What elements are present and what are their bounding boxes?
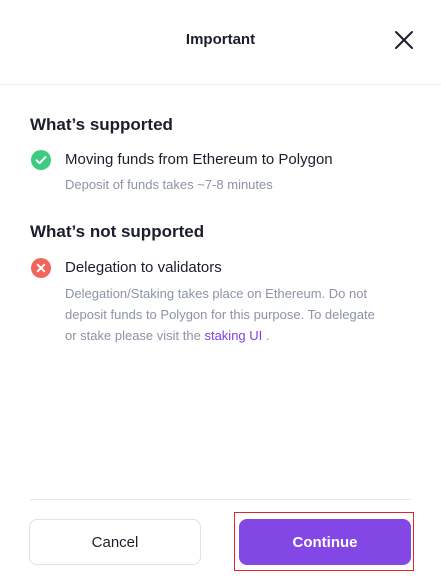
desc-line-3: or stake please visit the staking UI . (65, 325, 415, 346)
desc-line-3-suffix: . (262, 328, 270, 343)
not-supported-heading: What’s not supported (30, 222, 205, 241)
supported-heading: What’s supported (30, 115, 173, 134)
supported-item-title: Moving funds from Ethereum to Polygon (65, 151, 333, 168)
close-icon (395, 31, 413, 49)
dialog-header: Important (0, 0, 441, 85)
close-button[interactable] (393, 29, 415, 51)
not-supported-item-desc: Delegation/Staking takes place on Ethere… (65, 283, 415, 346)
check-circle-icon (31, 150, 51, 170)
footer-divider (30, 499, 411, 500)
not-supported-item-title: Delegation to validators (65, 259, 222, 276)
staking-ui-link[interactable]: staking UI (204, 328, 262, 343)
x-circle-icon (31, 258, 51, 278)
highlight-box (234, 512, 414, 571)
dialog-title: Important (185, 31, 256, 48)
supported-item-desc: Deposit of funds takes ~7-8 minutes (65, 177, 273, 192)
desc-line-1: Delegation/Staking takes place on Ethere… (65, 286, 368, 301)
important-dialog: Important What’s supported Moving funds … (0, 0, 441, 581)
cancel-button[interactable]: Cancel (29, 519, 201, 565)
desc-line-2: deposit funds to Polygon for this purpos… (65, 307, 375, 322)
desc-line-3-prefix: or stake please visit the (65, 328, 205, 343)
